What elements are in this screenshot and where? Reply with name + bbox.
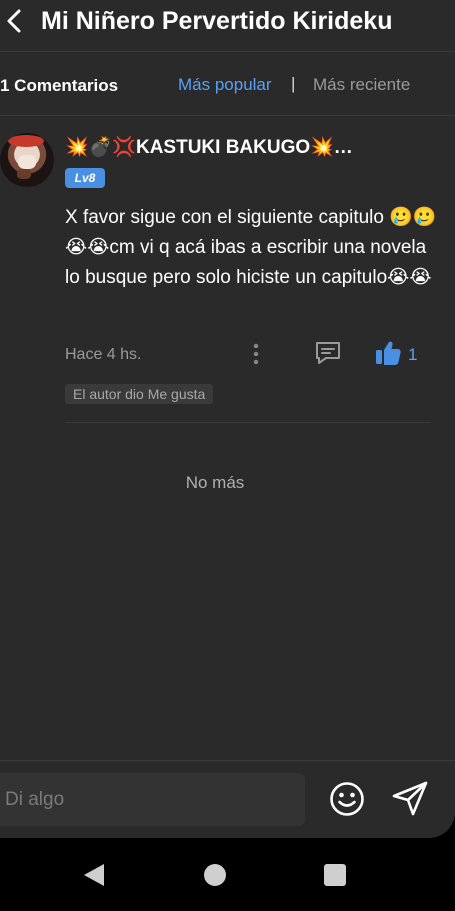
- comment-count: 1 Comentarios: [0, 76, 119, 95]
- back-button[interactable]: [0, 6, 28, 36]
- comment-time: Hace 4 hs.: [65, 346, 142, 363]
- system-nav-bar: [0, 838, 455, 911]
- chevron-left-icon: [7, 9, 21, 33]
- divider: [65, 422, 431, 423]
- like-count[interactable]: 1: [408, 345, 417, 365]
- composer-divider: [0, 760, 455, 761]
- page-title: Mi Niñero Pervertido Kirideku: [41, 7, 393, 35]
- comments-screen: Mi Niñero Pervertido Kirideku 1 Comentar…: [0, 0, 455, 838]
- author-liked-badge: El autor dio Me gusta: [65, 384, 214, 404]
- sort-bar: 1 Comentarios Más popular | Más reciente: [0, 52, 455, 116]
- comment-icon[interactable]: [314, 340, 342, 366]
- comment-username[interactable]: 💥💣💢KASTUKI BAKUGO💥…: [65, 136, 365, 160]
- sort-popular-tab[interactable]: Más popular: [178, 75, 272, 95]
- sort-separator: |: [291, 74, 296, 93]
- nav-back-icon[interactable]: [82, 862, 106, 888]
- nav-recents-icon[interactable]: [324, 864, 346, 886]
- comment-input-box: [0, 773, 305, 826]
- sort-recent-tab[interactable]: Más reciente: [313, 75, 410, 95]
- smiley-icon[interactable]: [328, 780, 366, 818]
- list-end-label: No más: [185, 473, 245, 492]
- header: Mi Niñero Pervertido Kirideku: [0, 0, 455, 52]
- more-vertical-icon[interactable]: [248, 341, 264, 367]
- comment-input[interactable]: [0, 773, 305, 826]
- nav-home-icon[interactable]: [204, 864, 226, 886]
- level-badge: Lv8: [65, 168, 105, 188]
- thumbs-up-icon[interactable]: [374, 339, 402, 367]
- avatar[interactable]: [0, 133, 54, 187]
- comment-text: X favor sigue con el siguiente capitulo …: [65, 207, 437, 288]
- send-icon[interactable]: [391, 779, 429, 817]
